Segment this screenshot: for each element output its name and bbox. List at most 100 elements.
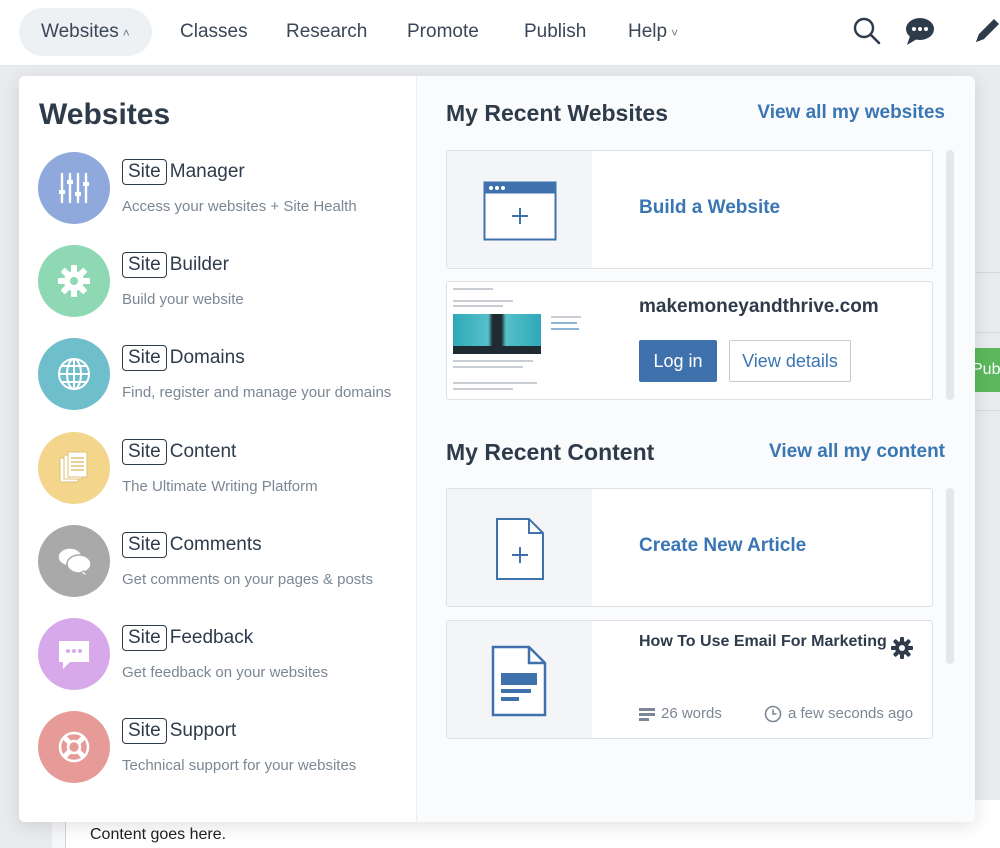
- recent-content-title: My Recent Content: [446, 439, 655, 465]
- site-prefix: Site: [122, 159, 167, 185]
- nav-research-label: Research: [286, 21, 368, 42]
- websites-scrollbar[interactable]: [946, 150, 954, 400]
- build-website-label: Build a Website: [639, 197, 781, 218]
- build-website-card[interactable]: Build a Website: [446, 150, 933, 269]
- build-website-thumb: [447, 151, 592, 268]
- site-content-circle: [38, 432, 110, 504]
- website-card: makemoneyandthrive.com Log in View detai…: [446, 281, 933, 400]
- site-manager-circle: [38, 152, 110, 224]
- new-document-icon: [496, 518, 544, 580]
- view-all-websites-link[interactable]: View all my websites: [757, 102, 945, 124]
- article-card[interactable]: How To Use Email For Marketing 26 words: [446, 620, 933, 739]
- thumb-line: [453, 288, 493, 290]
- site-builder-heading: Site Builder: [122, 252, 229, 280]
- site-comments-heading: Site Comments: [122, 532, 262, 560]
- search-icon[interactable]: [850, 14, 884, 48]
- article-document-icon: [491, 645, 547, 717]
- chat-icon[interactable]: [903, 14, 937, 48]
- nav-help[interactable]: Help ˅: [606, 8, 700, 56]
- site-domains-name: Domains: [169, 347, 245, 368]
- thumb-hero-image: [453, 314, 541, 346]
- site-feedback-heading: Site Feedback: [122, 625, 253, 653]
- nav-classes-label: Classes: [180, 21, 248, 42]
- gear-icon: [58, 265, 90, 297]
- nav-classes[interactable]: Classes: [158, 8, 270, 56]
- gear-icon[interactable]: [891, 637, 913, 659]
- site-feedback-desc: Get feedback on your websites: [122, 664, 328, 681]
- modified-time-text: a few seconds ago: [788, 705, 914, 722]
- recent-websites-title: My Recent Websites: [446, 100, 668, 126]
- site-domains-circle: [38, 338, 110, 410]
- site-prefix: Site: [122, 718, 167, 744]
- site-comments-name: Comments: [169, 534, 262, 555]
- site-feedback-name: Feedback: [169, 627, 254, 648]
- nav-research[interactable]: Research: [264, 8, 389, 56]
- thumb-line: [453, 300, 513, 302]
- websites-dropdown: Websites Site Manager Access your website…: [19, 76, 975, 822]
- thumb-line: [453, 360, 533, 362]
- thumb-line: [453, 388, 513, 390]
- nav-promote-label: Promote: [407, 21, 479, 42]
- article-title: How To Use Email For Marketing: [639, 633, 887, 650]
- pencil-icon[interactable]: [970, 14, 1000, 48]
- thumb-line: [453, 366, 523, 368]
- nav-promote[interactable]: Promote: [385, 8, 501, 56]
- content-placeholder: Content goes here.: [90, 826, 227, 843]
- site-builder-circle: [38, 245, 110, 317]
- website-screenshot: [447, 282, 592, 399]
- thumb-line: [453, 382, 537, 384]
- globe-icon: [58, 358, 90, 390]
- recent-panel: My Recent Websites View all my websites …: [417, 76, 975, 822]
- view-details-button[interactable]: View details: [729, 340, 851, 382]
- thumb-line: [453, 305, 503, 307]
- log-in-button[interactable]: Log in: [639, 340, 717, 382]
- background-divider: [976, 272, 1000, 273]
- nav-publish[interactable]: Publish: [502, 8, 608, 56]
- article-modified-time: a few seconds ago: [764, 705, 913, 723]
- site-prefix: Site: [122, 625, 167, 651]
- site-prefix: Site: [122, 439, 167, 465]
- word-count-text: 26 words: [661, 705, 722, 722]
- site-content-desc: The Ultimate Writing Platform: [122, 478, 318, 495]
- menu-site-manager[interactable]: Site Manager Access your websites + Site …: [38, 152, 408, 232]
- documents-icon: [59, 451, 88, 483]
- content-scrollbar[interactable]: [946, 488, 954, 664]
- speech-bubbles-icon: [57, 547, 92, 578]
- site-support-circle: [38, 711, 110, 783]
- website-name: makemoneyandthrive.com: [639, 296, 879, 317]
- site-builder-desc: Build your website: [122, 291, 244, 308]
- menu-site-feedback[interactable]: Site Feedback Get feedback on your websit…: [38, 618, 408, 698]
- websites-menu: Websites Site Manager Access your website…: [19, 76, 417, 822]
- view-all-content-link[interactable]: View all my content: [769, 441, 945, 463]
- feedback-bubble-icon: [59, 641, 89, 669]
- websites-title: Websites: [39, 98, 171, 131]
- top-navigation: Websites ˄ Classes Research Promote Publi…: [0, 0, 1000, 66]
- thumb-line: [551, 316, 581, 318]
- article-word-count: 26 words: [639, 705, 722, 722]
- site-content-heading: Site Content: [122, 439, 236, 467]
- thumb-hero-band: [453, 346, 541, 354]
- site-prefix: Site: [122, 532, 167, 558]
- thumb-line: [551, 328, 579, 330]
- background-divider: [976, 410, 1000, 411]
- website-thumbnail: [447, 282, 592, 399]
- site-feedback-circle: [38, 618, 110, 690]
- menu-site-builder[interactable]: Site Builder Build your website: [38, 245, 408, 325]
- menu-site-comments[interactable]: Site Comments Get comments on your pages …: [38, 525, 408, 605]
- menu-site-support[interactable]: Site Support Technical support for your w…: [38, 711, 408, 791]
- nav-help-label: Help: [628, 21, 668, 42]
- site-support-desc: Technical support for your websites: [122, 757, 357, 774]
- site-manager-desc: Access your websites + Site Health: [122, 198, 357, 215]
- menu-site-content[interactable]: Site Content The Ultimate Writing Platfor…: [38, 432, 408, 512]
- nav-publish-label: Publish: [524, 21, 587, 42]
- site-prefix: Site: [122, 345, 167, 371]
- nav-websites[interactable]: Websites ˄: [19, 8, 152, 56]
- site-domains-desc: Find, register and manage your domains: [122, 384, 392, 401]
- site-domains-heading: Site Domains: [122, 345, 245, 373]
- site-comments-desc: Get comments on your pages & posts: [122, 571, 373, 588]
- chevron-up-icon: ˄: [122, 26, 130, 40]
- sliders-icon: [59, 172, 89, 204]
- menu-site-domains[interactable]: Site Domains Find, register and manage yo…: [38, 338, 408, 418]
- site-comments-circle: [38, 525, 110, 597]
- create-article-card[interactable]: Create New Article: [446, 488, 933, 607]
